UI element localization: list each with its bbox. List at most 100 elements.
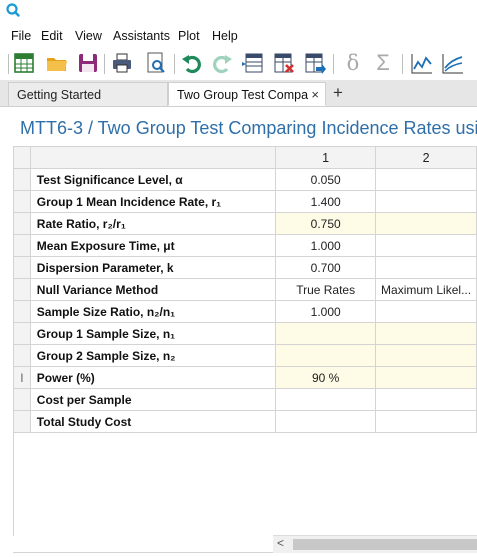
grid-cell[interactable]	[275, 322, 377, 345]
table-row: Mean Exposure Time, μt 1.000	[13, 234, 477, 257]
menu-plot[interactable]: Plot	[178, 29, 200, 43]
grid-cell[interactable]	[375, 410, 477, 433]
print-icon[interactable]	[110, 51, 134, 75]
grid-cell[interactable]: 0.750	[275, 212, 377, 235]
text-cursor-icon[interactable]: I	[13, 366, 31, 389]
table-row: Group 2 Sample Size, n₂	[13, 344, 477, 367]
row-header[interactable]	[13, 410, 31, 433]
sigma-icon[interactable]: Σ	[371, 51, 395, 75]
grid-cell[interactable]: 1.000	[275, 234, 377, 257]
delete-rows-icon[interactable]	[272, 51, 296, 75]
row-header[interactable]	[13, 256, 31, 279]
add-tab-button[interactable]: +	[333, 82, 343, 104]
menu-file[interactable]: File	[11, 29, 31, 43]
row-label: Group 1 Mean Incidence Rate, r₁	[29, 190, 277, 213]
scroll-left-icon[interactable]: <	[277, 536, 284, 550]
grid-cell[interactable]	[375, 388, 477, 411]
menu-assistants[interactable]: Assistants	[113, 29, 170, 43]
tab-getting-started[interactable]: Getting Started	[8, 82, 168, 106]
column-header-2[interactable]: 2	[375, 146, 477, 169]
scroll-thumb[interactable]	[293, 539, 477, 550]
page-title: MTT6-3 / Two Group Test Comparing Incide…	[20, 118, 477, 138]
spreadsheet-icon[interactable]	[12, 51, 36, 75]
grid-cell[interactable]	[375, 212, 477, 235]
row-header[interactable]	[13, 168, 31, 191]
power-cell[interactable]: 90 %	[275, 366, 377, 389]
menu-edit[interactable]: Edit	[41, 29, 63, 43]
table-row: Rate Ratio, r₂/r₁ 0.750	[13, 212, 477, 235]
grid-cell[interactable]	[375, 168, 477, 191]
row-header[interactable]	[13, 344, 31, 367]
input-grid: 1 2 Test Significance Level, α 0.050 Gro…	[13, 146, 477, 433]
grid-cell[interactable]	[275, 410, 377, 433]
grid-cell[interactable]: 1.000	[275, 300, 377, 323]
menu-view[interactable]: View	[75, 29, 102, 43]
row-label: Group 1 Sample Size, n₁	[29, 322, 277, 345]
print-preview-icon[interactable]	[144, 51, 168, 75]
open-folder-icon[interactable]	[45, 51, 69, 75]
row-header[interactable]	[13, 388, 31, 411]
undo-icon[interactable]	[180, 51, 204, 75]
close-icon[interactable]: ×	[309, 83, 319, 105]
tab-label: Two Group Test Compa	[177, 88, 309, 102]
row-label: Null Variance Method	[29, 278, 277, 301]
grid-cell[interactable]	[275, 388, 377, 411]
table-row: Total Study Cost	[13, 410, 477, 433]
title-bar	[0, 0, 477, 22]
area-plot-icon[interactable]	[441, 51, 465, 75]
table-row: Group 1 Sample Size, n₁	[13, 322, 477, 345]
table-row: Sample Size Ratio, n₂/n₁ 1.000	[13, 300, 477, 323]
grid-cell[interactable]: Maximum Likel...	[375, 278, 477, 301]
row-label: Group 2 Sample Size, n₂	[29, 344, 277, 367]
grid-cell[interactable]	[375, 234, 477, 257]
grid-cell[interactable]	[375, 366, 477, 389]
table-row: Group 1 Mean Incidence Rate, r₁ 1.400	[13, 190, 477, 213]
grid-frame	[13, 146, 14, 536]
row-label: Mean Exposure Time, μt	[29, 234, 277, 257]
table-row: Cost per Sample	[13, 388, 477, 411]
column-header-1[interactable]: 1	[275, 146, 377, 169]
row-label: Test Significance Level, α	[29, 168, 277, 191]
row-header[interactable]	[13, 300, 31, 323]
row-label: Rate Ratio, r₂/r₁	[29, 212, 277, 235]
delta-icon[interactable]: δ	[341, 51, 365, 75]
tab-label: Getting Started	[17, 88, 102, 102]
grid-cell[interactable]	[375, 300, 477, 323]
fill-right-icon[interactable]	[303, 51, 327, 75]
menu-help[interactable]: Help	[212, 29, 238, 43]
tab-strip: Getting Started Two Group Test Compa × +	[0, 80, 477, 107]
grid-cell[interactable]: 1.400	[275, 190, 377, 213]
grid-cell[interactable]: True Rates	[275, 278, 377, 301]
horizontal-scrollbar[interactable]: <	[273, 535, 477, 553]
save-icon[interactable]	[76, 51, 100, 75]
line-plot-icon[interactable]	[410, 51, 434, 75]
table-row: Test Significance Level, α 0.050	[13, 168, 477, 191]
insert-rows-icon[interactable]	[241, 51, 265, 75]
row-header[interactable]	[13, 322, 31, 345]
grid-cell[interactable]	[375, 344, 477, 367]
grid-cell[interactable]: 0.050	[275, 168, 377, 191]
menu-bar: File Edit View Assistants Plot Help	[0, 27, 477, 47]
row-label: Cost per Sample	[29, 388, 277, 411]
table-row: I Power (%) 90 %	[13, 366, 477, 389]
grid-cell[interactable]	[275, 344, 377, 367]
grid-cell[interactable]	[375, 190, 477, 213]
row-label: Power (%)	[29, 366, 277, 389]
redo-icon[interactable]	[210, 51, 234, 75]
table-row: Dispersion Parameter, k 0.700	[13, 256, 477, 279]
grid-cell[interactable]	[375, 256, 477, 279]
tab-two-group-test[interactable]: Two Group Test Compa ×	[168, 82, 326, 106]
search-logo-icon	[6, 3, 20, 17]
row-header[interactable]	[13, 278, 31, 301]
row-label: Dispersion Parameter, k	[29, 256, 277, 279]
grid-cell[interactable]: 0.700	[275, 256, 377, 279]
row-label: Total Study Cost	[29, 410, 277, 433]
corner-cell[interactable]	[13, 146, 31, 169]
row-header[interactable]	[13, 190, 31, 213]
table-row: Null Variance Method True Rates Maximum …	[13, 278, 477, 301]
toolbar: δ Σ	[0, 48, 477, 80]
label-column-header	[29, 146, 277, 169]
row-header[interactable]	[13, 234, 31, 257]
grid-cell[interactable]	[375, 322, 477, 345]
row-header[interactable]	[13, 212, 31, 235]
